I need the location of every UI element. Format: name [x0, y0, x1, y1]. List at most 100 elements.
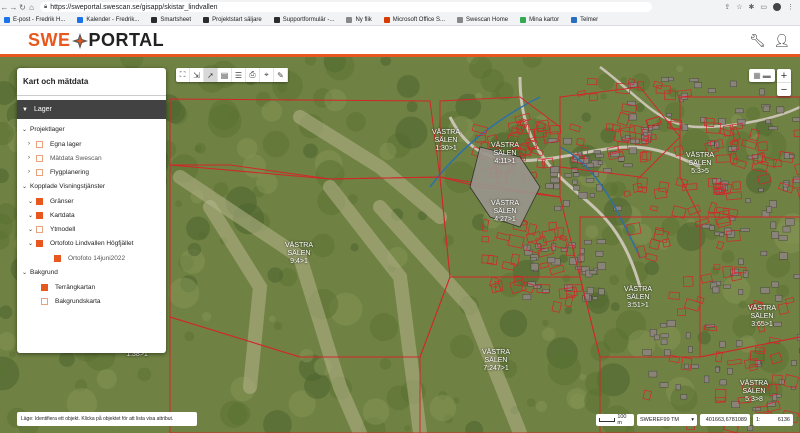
share-icon[interactable]: ⇪ [724, 3, 730, 11]
vegetation-patch [350, 243, 359, 252]
layers-stack-icon[interactable]: ☰ [232, 68, 246, 82]
building [684, 363, 689, 370]
vegetation-patch [610, 302, 620, 312]
checkbox[interactable] [36, 197, 43, 205]
bookmark-item[interactable]: E-post - Fredrik H... [4, 16, 65, 23]
building [597, 262, 606, 270]
chevron-right-icon: › [28, 169, 30, 175]
select-icon[interactable]: ➚ [204, 68, 218, 82]
table-icon[interactable]: ▤ [218, 68, 232, 82]
vegetation-patch [600, 93, 607, 100]
layer-flygplanering[interactable]: › Flygplanering [28, 166, 89, 178]
vegetation-patch [429, 394, 457, 422]
vegetation-patch [362, 398, 390, 425]
zoom-in-button[interactable]: + [777, 69, 791, 83]
app-header: SWE PORTAL 🔧︎ 👤︎ [0, 27, 800, 57]
measure-icon[interactable]: ⇲ [190, 68, 204, 82]
bookmark-star-icon[interactable]: ☆ [736, 3, 742, 11]
layer-matdata-swescan[interactable]: › Mätdata Swescan [28, 152, 102, 164]
extensions-icon[interactable]: ✱ [749, 3, 755, 11]
back-icon[interactable]: ← [0, 3, 9, 12]
building [783, 152, 790, 159]
bookmark-item[interactable]: Microsoft Office S... [383, 16, 445, 23]
location-icon[interactable]: ⌖ [260, 68, 274, 82]
building [760, 251, 768, 256]
building [793, 274, 800, 279]
bookmark-favicon-icon [520, 16, 527, 23]
building [530, 257, 537, 261]
vegetation-patch [603, 328, 629, 354]
checkbox[interactable] [36, 140, 43, 148]
building [577, 254, 585, 262]
checkbox[interactable] [36, 168, 43, 176]
vegetation-patch [585, 225, 599, 239]
fullscreen-icon[interactable]: ⛶ [176, 68, 190, 82]
checkbox[interactable] [54, 254, 61, 262]
bookmark-item[interactable]: Swescan Home [457, 16, 508, 23]
building [592, 296, 598, 300]
forward-icon[interactable]: → [9, 3, 18, 12]
bookmark-item[interactable]: Telmer [571, 16, 598, 23]
building [563, 138, 572, 145]
map-status-bar: 100 m SWEREF99 TM ▾ 401663,6781089 1: 61… [596, 414, 793, 426]
checkbox[interactable] [36, 239, 43, 247]
reload-icon[interactable]: ↻ [18, 3, 27, 12]
projection-select[interactable]: SWEREF99 TM ▾ [637, 414, 697, 426]
vegetation-patch [163, 101, 186, 124]
wrench-icon[interactable]: 🔧︎ [749, 33, 766, 49]
vegetation-patch [711, 266, 720, 275]
group-projektlager[interactable]: ⌄ Projektlager [22, 123, 65, 135]
vegetation-patch [261, 101, 283, 122]
layer-terrangkartan[interactable]: Terrängkartan [41, 281, 95, 293]
menu-icon[interactable]: ⋮ [787, 3, 794, 11]
checkbox[interactable] [41, 297, 48, 305]
checkbox[interactable] [36, 211, 43, 219]
bookmark-item[interactable]: Kalender - Fredrik... [77, 16, 139, 23]
building [654, 334, 660, 341]
bookmark-item[interactable]: Ny flik [346, 16, 372, 23]
vegetation-patch [661, 217, 680, 236]
print-icon[interactable]: ⎙ [246, 68, 260, 82]
vegetation-patch [8, 351, 16, 358]
user-icon[interactable]: 👤︎ [773, 33, 790, 49]
building [735, 340, 743, 347]
layer-bakgrundskarta[interactable]: Bakgrundskarta [41, 295, 101, 307]
building [603, 168, 612, 173]
layer-kartdata[interactable]: ⌄ Kartdata [28, 209, 75, 221]
group-bakgrund[interactable]: ⌄ Bakgrund [22, 266, 58, 278]
sidebar-icon[interactable]: ▭ [760, 3, 767, 11]
layer-ortofoto-sub[interactable]: Ortofoto 14juni2022 [54, 252, 125, 264]
layer-switch-button[interactable]: ▦ ▬ [749, 69, 775, 82]
bookmark-item[interactable]: Mina kartor [520, 16, 559, 23]
bookmark-item[interactable]: Supportformulär -... [273, 16, 334, 23]
sweportal-logo[interactable]: SWE PORTAL [28, 30, 164, 51]
bookmark-item[interactable]: Smartsheet [151, 16, 191, 23]
chevron-down-icon: ⌄ [22, 183, 28, 190]
checkbox[interactable] [36, 154, 43, 162]
layer-ortofoto[interactable]: ⌄ Ortofoto Lindvallen Högfjället [28, 237, 133, 249]
scale-readout[interactable]: 1: 6136 [753, 414, 793, 426]
bookmark-item[interactable]: Projektstart säljare [203, 16, 262, 23]
vegetation-patch [535, 400, 548, 413]
vegetation-patch [346, 111, 366, 132]
building [738, 258, 744, 265]
layer-ytmodell[interactable]: ⌄ Ytmodell [28, 223, 75, 235]
profile-avatar[interactable] [773, 3, 781, 11]
lager-section-header[interactable]: ▼ Lager [17, 100, 166, 119]
layer-egna-lager[interactable]: › Egna lager [28, 138, 81, 150]
url-field[interactable]: 🔒︎ https://sweportal.swescan.se/gisapp/s… [40, 2, 652, 12]
checkbox[interactable] [41, 283, 48, 291]
zoom-out-button[interactable]: − [777, 83, 791, 96]
vegetation-patch [220, 400, 248, 428]
draw-icon[interactable]: ✎ [274, 68, 288, 82]
group-kopplade[interactable]: ⌄ Kopplade Visningstjänster [22, 180, 105, 192]
layer-granser[interactable]: ⌄ Gränser [28, 195, 73, 207]
building [664, 349, 671, 356]
building [685, 332, 691, 339]
vegetation-patch [96, 368, 117, 390]
building [572, 179, 578, 185]
building [790, 360, 797, 366]
building [550, 177, 560, 183]
home-icon[interactable]: ⌂ [27, 3, 36, 12]
checkbox[interactable] [36, 225, 43, 233]
